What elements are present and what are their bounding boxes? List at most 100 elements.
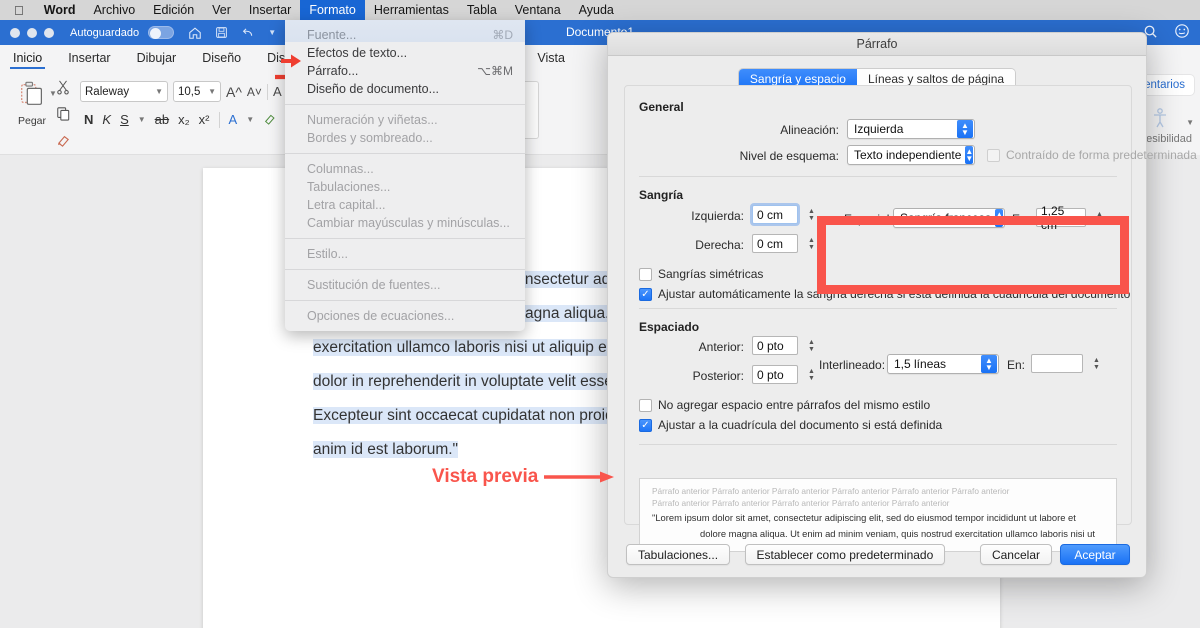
line-spacing-select[interactable]: 1,5 líneas ▲ ▼	[887, 354, 999, 374]
menu-item-letra-capital[interactable]: Letra capital...	[285, 196, 525, 214]
accept-button[interactable]: Aceptar	[1060, 544, 1130, 565]
smiley-icon[interactable]	[1174, 23, 1190, 42]
maximize-button[interactable]	[44, 27, 54, 38]
paste-icon[interactable]	[17, 81, 47, 113]
special-indent-by-stepper[interactable]: ▲ ▼	[1093, 208, 1106, 227]
macmenu-item-ver[interactable]: Ver	[203, 0, 240, 20]
spacing-before-input[interactable]: 0 pto	[752, 336, 798, 355]
cancel-button[interactable]: Cancelar	[979, 544, 1052, 565]
cut-icon[interactable]	[56, 79, 71, 100]
menu-item-parrafo[interactable]: Párrafo... ⌥⌘M	[285, 62, 525, 80]
chevron-updown-icon[interactable]: ▲ ▼	[981, 355, 997, 373]
superscript-button[interactable]: x²	[199, 112, 210, 127]
highlight-icon[interactable]	[263, 111, 277, 128]
menu-item-sustitucion-de-fuentes[interactable]: Sustitución de fuentes...	[285, 276, 525, 294]
apple-icon[interactable]: 	[0, 4, 35, 17]
shrink-font-icon[interactable]: A˅	[247, 85, 262, 99]
auto-adjust-indent-checkbox[interactable]: ✓ Ajustar automáticamente la sangría der…	[639, 287, 1130, 301]
line-spacing-at-input[interactable]	[1031, 354, 1083, 373]
home-icon[interactable]	[188, 26, 202, 40]
macmenu-item-archivo[interactable]: Archivo	[84, 0, 144, 20]
pointer-arrow-preview-icon	[544, 471, 615, 483]
macmenu-item-herramientas[interactable]: Herramientas	[365, 0, 458, 20]
save-icon[interactable]	[215, 26, 228, 39]
chevron-updown-icon[interactable]: ▲ ▼	[995, 209, 1004, 227]
ribbon-tab-vista[interactable]: Vista	[524, 45, 578, 71]
ribbon-tab-inicio[interactable]: Inicio	[0, 45, 55, 71]
menu-item-opciones-de-ecuaciones[interactable]: Opciones de ecuaciones...	[285, 307, 525, 325]
no-space-same-style-checkbox[interactable]: No agregar espacio entre párrafos del mi…	[639, 398, 930, 412]
autosave-toggle[interactable]	[148, 26, 175, 39]
menu-item-diseno-de-documento[interactable]: Diseño de documento...	[285, 80, 525, 98]
chevron-down-icon[interactable]: ▼	[268, 28, 276, 37]
spacing-after-input[interactable]: 0 pto	[752, 365, 798, 384]
menu-separator	[285, 269, 525, 270]
chevron-updown-icon[interactable]: ▲ ▼	[957, 120, 973, 138]
undo-icon[interactable]	[241, 26, 255, 39]
snap-to-grid-checkbox[interactable]: ✓ Ajustar a la cuadrícula del documento …	[639, 418, 942, 432]
underline-button[interactable]: S	[120, 112, 129, 127]
menu-item-numeracion-y-vinetas[interactable]: Numeración y viñetas...	[285, 111, 525, 129]
tabulaciones-button[interactable]: Tabulaciones...	[626, 544, 731, 565]
minimize-button[interactable]	[27, 27, 37, 38]
ribbon-tab-insertar[interactable]: Insertar	[55, 45, 123, 71]
underline-chevron-down-icon[interactable]: ▼	[138, 115, 146, 124]
indent-right-stepper[interactable]: ▲ ▼	[805, 234, 818, 253]
macmenu-item-ayuda[interactable]: Ayuda	[570, 0, 623, 20]
strikethrough-button[interactable]: ab	[155, 112, 169, 127]
special-indent-by-input[interactable]: 1,25 cm	[1036, 204, 1086, 232]
macmenu-item-tabla[interactable]: Tabla	[458, 0, 506, 20]
font-color-button[interactable]: A	[229, 112, 238, 127]
outline-level-select[interactable]: Texto independiente ▲ ▼	[847, 145, 975, 165]
special-indent-select[interactable]: Sangría francesa ▲ ▼	[893, 208, 1005, 228]
menu-item-estilo[interactable]: Estilo...	[285, 245, 525, 263]
macmenu-item-insertar[interactable]: Insertar	[240, 0, 300, 20]
outline-level-value: Texto independiente	[854, 148, 962, 162]
set-as-default-button[interactable]: Establecer como predeterminado	[744, 544, 946, 565]
copy-icon[interactable]	[56, 106, 71, 126]
parrafo-dialog[interactable]: Párrafo Sangría y espacio Líneas y salto…	[607, 32, 1197, 578]
clipboard-tools	[56, 79, 71, 152]
italic-button[interactable]: K	[102, 112, 111, 127]
autosave-control[interactable]: Autoguardado	[70, 26, 175, 39]
spacing-before-stepper[interactable]: ▲ ▼	[805, 336, 818, 355]
font-name-combobox[interactable]: Raleway ▼	[80, 81, 168, 102]
menu-item-bordes-y-sombreado[interactable]: Bordes y sombreado...	[285, 129, 525, 147]
alignment-select[interactable]: Izquierda ▲ ▼	[847, 119, 975, 139]
menu-item-efectos-de-texto[interactable]: Efectos de texto...	[285, 44, 525, 62]
macmenu-item-word[interactable]: Word	[35, 0, 85, 20]
macmenu-item-ventana[interactable]: Ventana	[506, 0, 570, 20]
formato-dropdown-menu[interactable]: Fuente... ⌘D Efectos de texto... Párrafo…	[285, 20, 525, 331]
font-size-combobox[interactable]: 10,5 ▼	[173, 81, 221, 102]
font-size-chevron-down-icon[interactable]: ▼	[208, 87, 216, 96]
menu-item-cambiar-mayusculas[interactable]: Cambiar mayúsculas y minúsculas...	[285, 214, 525, 232]
collapsed-by-default-checkbox[interactable]: Contraído de forma predeterminada	[987, 148, 1197, 162]
clear-formatting-icon[interactable]: A	[273, 84, 282, 99]
spacing-after-stepper[interactable]: ▲ ▼	[805, 365, 818, 384]
subscript-button[interactable]: x₂	[178, 112, 190, 127]
bold-button[interactable]: N	[84, 112, 93, 127]
checkbox-box	[639, 398, 652, 412]
indent-right-value: 0 cm	[757, 236, 784, 251]
font-color-chevron-down-icon[interactable]: ▼	[246, 115, 254, 124]
indent-left-stepper[interactable]: ▲ ▼	[805, 205, 818, 224]
font-size-value: 10,5	[178, 85, 201, 98]
indent-right-input[interactable]: 0 cm	[752, 234, 798, 253]
indent-left-input[interactable]: 0 cm	[752, 205, 798, 224]
window-controls[interactable]	[0, 27, 54, 38]
format-painter-icon[interactable]	[56, 132, 71, 152]
grow-font-icon[interactable]: A^	[226, 84, 242, 100]
menu-separator	[285, 300, 525, 301]
ribbon-tab-dibujar[interactable]: Dibujar	[124, 45, 190, 71]
line-spacing-at-stepper[interactable]: ▲ ▼	[1090, 354, 1103, 373]
macmenu-item-edicion[interactable]: Edición	[144, 0, 203, 20]
menu-item-tabulaciones[interactable]: Tabulaciones...	[285, 178, 525, 196]
ribbon-tab-diseno[interactable]: Diseño	[189, 45, 254, 71]
mirror-indents-checkbox[interactable]: Sangrías simétricas	[639, 267, 763, 281]
menu-item-columnas[interactable]: Columnas...	[285, 160, 525, 178]
macmenu-item-formato[interactable]: Formato	[300, 0, 365, 20]
accessibility-chevron-down-icon[interactable]: ▼	[1186, 118, 1194, 127]
close-button[interactable]	[10, 27, 20, 38]
font-name-chevron-down-icon[interactable]: ▼	[155, 87, 163, 96]
chevron-updown-icon[interactable]: ▲ ▼	[965, 146, 974, 164]
